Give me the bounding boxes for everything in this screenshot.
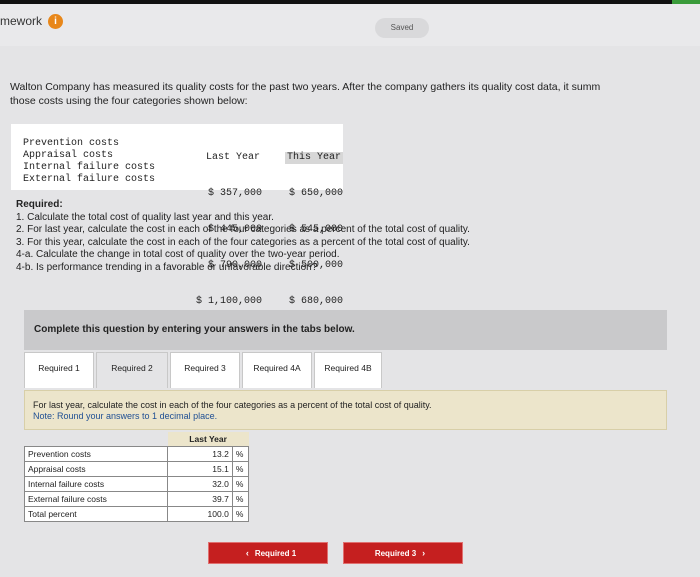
prev-button-label: Required 1 bbox=[254, 549, 297, 558]
required-item: 4-a. Calculate the change in total cost … bbox=[16, 249, 340, 260]
tab-required-2[interactable]: Required 2 bbox=[96, 352, 168, 388]
required-item: 4-b. Is performance trending in a favora… bbox=[16, 261, 318, 273]
required-item: 1. Calculate the total cost of quality l… bbox=[16, 211, 274, 223]
tab-required-4a[interactable]: Required 4A bbox=[242, 352, 312, 388]
row-label: Appraisal costs bbox=[23, 460, 169, 477]
assignment-title: mework bbox=[0, 14, 43, 28]
question-intro: Walton Company has measured its quality … bbox=[10, 80, 700, 108]
panel-note: Note: Round your answers to 1 decimal pl… bbox=[33, 411, 218, 421]
row-label: Prevention costs bbox=[23, 445, 169, 462]
required-list: Required: 1. Calculate the total cost of… bbox=[16, 199, 686, 274]
table-row: Internal failure costs 32.0 % bbox=[23, 475, 250, 492]
cost-labels: Prevention costs Appraisal costs Interna… bbox=[23, 138, 155, 186]
cost-label: Appraisal costs bbox=[23, 150, 114, 161]
last-year-value: $ 1,100,000 bbox=[195, 296, 262, 307]
percent-unit: % bbox=[231, 475, 250, 492]
table-row: External failure costs 39.7 % bbox=[23, 490, 250, 507]
chevron-right-icon: › bbox=[422, 548, 426, 558]
this-year-header: This Year bbox=[284, 152, 343, 164]
answer-input[interactable]: 39.7 bbox=[167, 490, 233, 507]
panel-instruction: For last year, calculate the cost in eac… bbox=[33, 400, 432, 410]
answer-column-header: Last Year bbox=[167, 432, 249, 446]
info-icon[interactable]: i bbox=[48, 14, 63, 29]
table-row: Total percent 100.0 % bbox=[23, 505, 250, 522]
cost-label: Prevention costs bbox=[23, 138, 120, 149]
tab-required-1[interactable]: Required 1 bbox=[24, 352, 94, 388]
tab-required-3[interactable]: Required 3 bbox=[170, 352, 240, 388]
next-button[interactable]: Required 3 › bbox=[343, 542, 463, 564]
complete-instruction: Complete this question by entering your … bbox=[24, 310, 667, 350]
intro-line-2: those costs using the four categories sh… bbox=[10, 95, 248, 107]
answer-input[interactable]: 13.2 bbox=[167, 445, 233, 462]
assignment-header: mework i Saved bbox=[0, 4, 700, 46]
intro-line-1: Walton Company has measured its quality … bbox=[10, 81, 601, 93]
percent-unit: % bbox=[231, 490, 250, 507]
percent-unit: % bbox=[231, 460, 250, 477]
required-item: 3. For this year, calculate the cost in … bbox=[16, 236, 470, 248]
this-year-value: $ 680,000 bbox=[288, 296, 343, 307]
cost-label: Internal failure costs bbox=[23, 162, 156, 173]
tab-required-4b[interactable]: Required 4B bbox=[314, 352, 382, 388]
table-row: Appraisal costs 15.1 % bbox=[23, 460, 250, 477]
required-heading: Required: bbox=[16, 199, 63, 210]
row-label: Internal failure costs bbox=[23, 475, 169, 492]
percent-unit: % bbox=[231, 505, 250, 522]
row-label: External failure costs bbox=[23, 490, 169, 507]
row-label: Total percent bbox=[23, 505, 169, 522]
tab-panel-instructions: For last year, calculate the cost in eac… bbox=[24, 390, 667, 430]
percent-unit: % bbox=[231, 445, 250, 462]
table-row: Prevention costs 13.2 % bbox=[23, 445, 250, 462]
answer-table: Last Year Prevention costs 13.2 % Apprai… bbox=[23, 432, 250, 522]
prev-button[interactable]: ‹ Required 1 bbox=[208, 542, 328, 564]
saved-status: Saved bbox=[375, 18, 429, 38]
required-item: 2. For last year, calculate the cost in … bbox=[16, 224, 470, 235]
quality-cost-table: Prevention costs Appraisal costs Interna… bbox=[11, 124, 343, 307]
chevron-left-icon: ‹ bbox=[245, 548, 249, 558]
answer-input[interactable]: 100.0 bbox=[167, 505, 233, 522]
next-button-label: Required 3 bbox=[374, 549, 417, 558]
cost-label: External failure costs bbox=[23, 174, 156, 185]
last-year-header: Last Year bbox=[205, 152, 260, 163]
answer-header-row: Last Year bbox=[25, 432, 249, 446]
answer-input[interactable]: 15.1 bbox=[167, 460, 233, 477]
answer-input[interactable]: 32.0 bbox=[167, 475, 233, 492]
